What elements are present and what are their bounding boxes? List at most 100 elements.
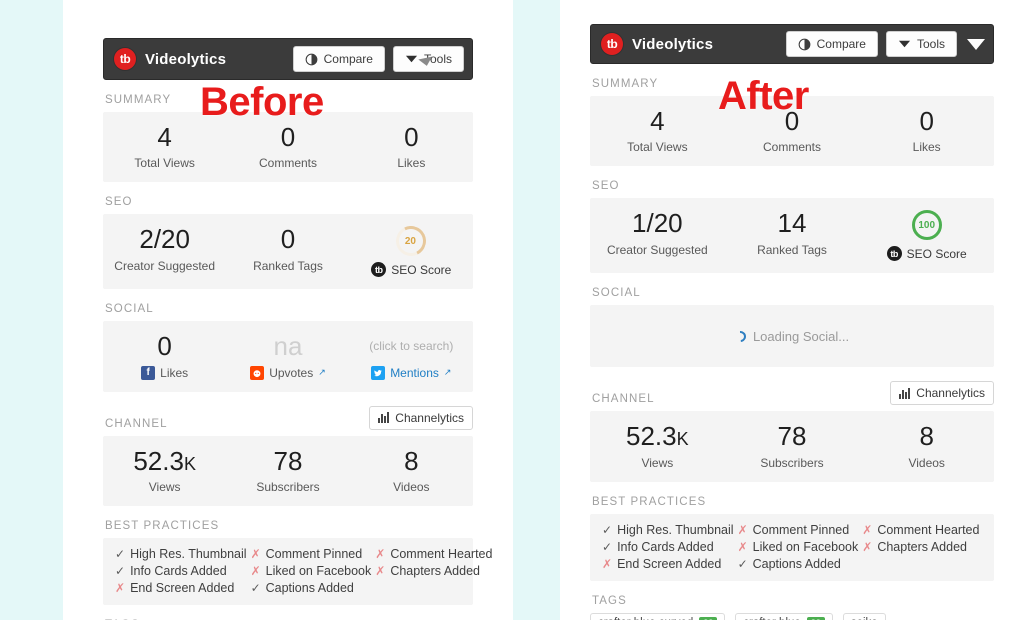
stat-label: Views bbox=[148, 480, 181, 495]
compare-label: Compare bbox=[323, 52, 373, 66]
tools-label: Tools bbox=[916, 37, 945, 51]
stat-total-views: 4 Total Views bbox=[590, 106, 725, 154]
best-practices-grid: ✓ High Res. Thumbnail ✗ Comment Pinned ✗ Co… bbox=[115, 547, 492, 595]
stat-label: Views bbox=[641, 455, 674, 470]
compare-label: Compare bbox=[816, 37, 866, 51]
best-practice-item: ✗ End Screen Added bbox=[115, 581, 247, 595]
stat-seo-score: 20 tb SEO Score bbox=[350, 222, 473, 278]
stat-label-row: f Likes bbox=[103, 365, 226, 380]
stat-videos: 8 Videos bbox=[350, 447, 473, 494]
best-practice-item: ✓ Info Cards Added bbox=[602, 540, 734, 554]
channelytics-button[interactable]: Channelytics bbox=[369, 405, 473, 430]
best-practice-item: ✓ Captions Added bbox=[251, 581, 372, 595]
stat-comments: 0 Comments bbox=[725, 107, 860, 154]
spinner-icon bbox=[732, 328, 749, 345]
contrast-icon bbox=[305, 53, 318, 66]
check-icon: ✓ bbox=[115, 547, 126, 562]
stat-value: 78 bbox=[273, 445, 303, 476]
best-practices-card-before: ✓ High Res. Thumbnail ✗ Comment Pinned ✗ Co… bbox=[103, 538, 492, 606]
stat-label: Creator Suggested bbox=[606, 242, 708, 257]
stat-reddit-upvotes[interactable]: na Upvotes ↗ bbox=[226, 332, 349, 380]
external-link-icon: ↗ bbox=[318, 367, 326, 378]
after-panel: tb Videolytics Compare Tools SUMMARY 4 T… bbox=[560, 0, 1024, 620]
seo-score-ring: 20 bbox=[350, 222, 473, 261]
stat-value: (click to search) bbox=[369, 339, 454, 354]
summary-card-before: 4 Total Views 0 Comments 0 Likes bbox=[103, 112, 473, 183]
cross-icon: ✗ bbox=[862, 522, 873, 537]
stat-label: Upvotes bbox=[269, 365, 314, 380]
best-practice-label: Comment Pinned bbox=[265, 547, 363, 562]
score-ring-icon: 20 bbox=[392, 222, 431, 261]
seo-score-label-row: tb SEO Score bbox=[350, 262, 473, 278]
before-panel: tb Videolytics Compare Tools SUMMARY 4 T… bbox=[63, 0, 513, 620]
section-label-best-practices: BEST PRACTICES bbox=[592, 495, 707, 508]
score-value: 20 bbox=[405, 235, 417, 247]
stat-twitter-mentions[interactable]: (click to search) Mentions ↗ bbox=[350, 333, 473, 380]
tag-rank-badge: 33 bbox=[806, 616, 825, 620]
best-practice-item: ✓ High Res. Thumbnail bbox=[115, 547, 247, 561]
compare-button[interactable]: Compare bbox=[292, 46, 385, 72]
best-practices-grid: ✓ High Res. Thumbnail ✗ Comment Pinned ✗ Co… bbox=[602, 523, 982, 571]
channel-card-before: 52.3K Views 78 Subscribers 8 Videos bbox=[103, 435, 473, 507]
section-label-summary: SUMMARY bbox=[105, 94, 172, 106]
seo-card-after: 1/20 Creator Suggested 14 Ranked Tags 10… bbox=[590, 198, 994, 274]
score-ring-icon: 100 bbox=[911, 210, 942, 241]
comparison-screenshot: tb Videolytics Compare Tools SUMMARY 4 T… bbox=[0, 0, 1024, 620]
summary-card-after: 4 Total Views 0 Comments 0 Likes bbox=[590, 96, 994, 167]
stat-label: Likes bbox=[397, 156, 426, 171]
best-practice-item: ✗ Chapters Added bbox=[862, 540, 982, 554]
best-practice-item-empty bbox=[375, 581, 492, 595]
tools-button[interactable]: Tools bbox=[885, 31, 957, 57]
best-practice-label: End Screen Added bbox=[617, 556, 722, 571]
tag-label: crafter blue bbox=[743, 617, 801, 620]
facebook-icon: f bbox=[141, 365, 156, 380]
stat-label: Subscribers bbox=[760, 455, 824, 470]
best-practice-item: ✗ Liked on Facebook bbox=[738, 540, 859, 554]
cross-icon: ✗ bbox=[115, 581, 126, 596]
stat-label: Likes bbox=[912, 140, 941, 155]
cross-icon: ✗ bbox=[862, 539, 873, 554]
best-practices-card-after: ✓ High Res. Thumbnail ✗ Comment Pinned ✗ Co… bbox=[590, 513, 994, 581]
expand-chevron-down-icon[interactable] bbox=[967, 38, 985, 50]
widget-title: Videolytics bbox=[145, 50, 227, 68]
section-label-summary: SUMMARY bbox=[592, 78, 659, 90]
stat-subscribers: 78 Subscribers bbox=[725, 422, 860, 470]
channel-section-header: CHANNEL Channelytics bbox=[590, 381, 994, 406]
cross-icon: ✗ bbox=[737, 522, 748, 537]
bar-chart-icon bbox=[378, 412, 390, 424]
channel-section-header: CHANNEL Channelytics bbox=[103, 405, 473, 430]
stat-value: 2/20 bbox=[139, 224, 190, 255]
best-practice-item: ✗ Comment Hearted bbox=[862, 523, 982, 537]
stat-value: 1/20 bbox=[632, 208, 683, 239]
stat-suffix: K bbox=[676, 429, 689, 450]
stat-channel-views: 52.3K Views bbox=[103, 445, 226, 495]
channelytics-label: Channelytics bbox=[916, 386, 985, 401]
stat-label-row: Mentions ↗ bbox=[350, 365, 473, 380]
stat-ranked-tags: 0 Ranked Tags bbox=[226, 225, 349, 277]
tag-chip[interactable]: crafter blue curved 32 bbox=[590, 612, 726, 620]
tag-chip[interactable]: crafter blue 33 bbox=[735, 612, 833, 620]
compare-button[interactable]: Compare bbox=[785, 31, 878, 57]
best-practice-label: High Res. Thumbnail bbox=[617, 522, 734, 537]
chevron-down-icon bbox=[405, 54, 418, 64]
stat-facebook-likes: 0 f Likes bbox=[103, 332, 226, 380]
tag-rank-badge: 32 bbox=[699, 616, 718, 620]
best-practice-item: ✗ End Screen Added bbox=[602, 557, 734, 571]
best-practice-label: Info Cards Added bbox=[130, 564, 227, 579]
stat-value: 0 bbox=[280, 122, 296, 152]
section-label-channel: CHANNEL bbox=[592, 393, 655, 406]
widget-header: tb Videolytics Compare Tools bbox=[590, 24, 994, 64]
stat-label: Total Views bbox=[134, 156, 195, 171]
social-loading-card: Loading Social... bbox=[590, 305, 994, 368]
seo-score-label-row: tb SEO Score bbox=[859, 246, 994, 262]
stat-label: Videos bbox=[908, 455, 945, 470]
best-practice-item: ✗ Comment Pinned bbox=[738, 523, 859, 537]
channelytics-button[interactable]: Channelytics bbox=[890, 381, 994, 406]
stat-value: 52.3K bbox=[133, 445, 196, 476]
stat-suffix: K bbox=[183, 453, 196, 474]
check-icon: ✓ bbox=[250, 581, 261, 596]
stat-value: 4 bbox=[650, 106, 665, 136]
tubebuddy-mini-logo-icon: tb bbox=[371, 262, 387, 278]
stat-label: Ranked Tags bbox=[757, 242, 827, 257]
tag-chip[interactable]: seiko bbox=[842, 612, 886, 620]
